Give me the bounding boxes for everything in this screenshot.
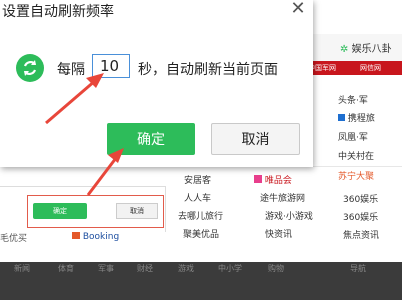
background-link[interactable]: 携程旅 [338, 111, 375, 124]
annotation-highlight-box [27, 195, 164, 228]
auto-refresh-dialog: 设置自动刷新频率 ✕ 每隔 秒，自动刷新当前页面 确定 取消 [0, 0, 313, 167]
bottom-nav-item[interactable]: 军事 [98, 263, 114, 274]
bottom-nav-item[interactable]: 游戏 [178, 263, 194, 274]
grid-link[interactable]: 快资讯 [265, 227, 292, 240]
bottom-nav-item[interactable]: 体育 [58, 263, 74, 274]
interval-label-suffix: 秒，自动刷新当前页面 [138, 62, 278, 78]
background-link[interactable]: 360娱乐 [343, 192, 378, 205]
vip-icon [254, 175, 262, 183]
background-link[interactable]: 中关村在 [338, 149, 374, 162]
cancel-button[interactable]: 取消 [211, 123, 300, 155]
ok-button[interactable]: 确定 [107, 123, 195, 155]
close-icon[interactable]: ✕ [288, 0, 308, 20]
bottom-nav-item[interactable]: 导航 [350, 263, 366, 274]
link-icon [338, 114, 345, 121]
bottom-nav-item[interactable]: 中小学 [218, 263, 242, 274]
grid-link-label: 唯品会 [264, 176, 292, 186]
star-icon: ✲ [340, 44, 349, 55]
bottom-nav-item[interactable]: 购物 [268, 263, 284, 274]
background-link[interactable]: Booking [72, 231, 119, 242]
grid-link[interactable]: 唯品会 [254, 173, 292, 186]
grid-link[interactable]: 去哪儿旅行 [178, 209, 223, 222]
background-link[interactable]: 焦点资讯 [343, 228, 379, 241]
refresh-icon [16, 54, 44, 82]
dialog-title: 设置自动刷新频率 [2, 4, 114, 20]
booking-icon [72, 231, 80, 239]
bottom-nav-item[interactable]: 新闻 [14, 263, 30, 274]
background-tab[interactable]: ✲ 娱乐八卦 [340, 40, 392, 55]
interval-input[interactable] [92, 54, 130, 78]
background-link-label: 携程旅 [347, 114, 375, 124]
background-tab-label: 娱乐八卦 [351, 44, 392, 55]
interval-label-prefix: 每隔 [57, 62, 85, 78]
grid-link[interactable]: 途牛旅游网 [260, 191, 305, 204]
background-link[interactable]: 凤凰·军 [338, 130, 368, 143]
background-link[interactable]: 360娱乐 [343, 210, 378, 223]
background-link[interactable]: 头条·军 [338, 93, 368, 106]
background-link[interactable]: 苏宁大聚 [338, 169, 374, 182]
grid-link[interactable]: 人人车 [184, 191, 211, 204]
background-link[interactable]: 毛优买 [0, 231, 27, 244]
background-red-bar: 中国军网 网信网 [300, 61, 402, 75]
red-bar-link[interactable]: 网信网 [360, 63, 381, 73]
grid-link[interactable]: 游戏·小游戏 [265, 209, 313, 222]
bottom-nav-bar: 新闻 体育 军事 财经 游戏 中小学 购物 导航 [0, 262, 402, 300]
background-link-label: Booking [82, 232, 120, 242]
bottom-nav-item[interactable]: 财经 [137, 263, 153, 274]
grid-link[interactable]: 安居客 [184, 173, 211, 186]
grid-link[interactable]: 聚美优品 [183, 227, 219, 240]
